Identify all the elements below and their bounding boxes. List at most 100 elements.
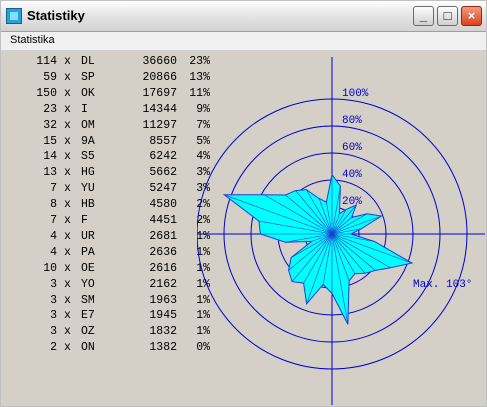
menu-bar: Statistika <box>1 32 486 51</box>
call-cell: UR <box>81 229 95 243</box>
times-cell: x <box>64 102 71 116</box>
stats-row: 32 x OM 11297 7% <box>1 118 210 135</box>
times-cell: x <box>64 261 71 275</box>
times-cell: x <box>64 166 71 180</box>
times-cell: x <box>64 245 71 259</box>
call-cell: YO <box>81 277 95 291</box>
minimize-icon: _ <box>419 8 428 23</box>
count-cell: 10 <box>43 261 57 275</box>
distance-cell: 1832 <box>149 325 177 339</box>
call-cell: I <box>81 102 88 116</box>
distance-cell: 4580 <box>149 198 177 212</box>
stats-row: 114 x DL 36660 23% <box>1 55 210 71</box>
count-cell: 2 <box>50 341 57 355</box>
count-cell: 14 <box>43 150 57 164</box>
count-cell: 7 <box>50 214 57 227</box>
stats-row: 8 x HB 4580 2% <box>1 198 210 214</box>
distance-cell: 36660 <box>142 55 177 68</box>
times-cell: x <box>64 341 71 355</box>
menu-statistika[interactable]: Statistika <box>10 34 55 46</box>
call-cell: S5 <box>81 150 95 164</box>
stats-row: 15 x 9A 8557 5% <box>1 134 210 151</box>
max-label: Max. 103° <box>413 279 472 291</box>
distance-cell: 6242 <box>149 150 177 164</box>
distance-cell: 5662 <box>149 166 177 180</box>
count-cell: 114 <box>36 55 57 68</box>
distance-cell: 14344 <box>142 102 177 116</box>
stats-row: 3 x E7 1945 1% <box>1 309 210 325</box>
ring-label: 60% <box>342 142 362 154</box>
distance-cell: 2616 <box>149 261 177 275</box>
times-cell: x <box>64 214 71 227</box>
count-cell: 15 <box>43 134 57 148</box>
stats-row: 150 x OK 17697 11% <box>1 86 210 103</box>
title-bar[interactable]: Statistiky _ □ × <box>1 1 486 32</box>
count-cell: 23 <box>43 102 57 116</box>
distance-cell: 4451 <box>149 214 177 227</box>
count-cell: 3 <box>50 309 57 323</box>
distance-cell: 2162 <box>149 277 177 291</box>
call-cell: SP <box>81 70 95 84</box>
times-cell: x <box>64 309 71 323</box>
call-cell: ON <box>81 341 95 355</box>
distance-cell: 1382 <box>149 341 177 355</box>
stats-row: 59 x SP 20866 13% <box>1 70 210 87</box>
times-cell: x <box>64 293 71 307</box>
call-cell: OM <box>81 118 95 132</box>
window-title: Statistiky <box>27 8 85 23</box>
call-cell: OK <box>81 86 95 100</box>
call-cell: HG <box>81 166 95 180</box>
stats-row: 14 x S5 6242 4% <box>1 150 210 166</box>
distance-cell: 2636 <box>149 245 177 259</box>
ring-label: 40% <box>342 169 362 181</box>
count-cell: 3 <box>50 277 57 291</box>
count-cell: 3 <box>50 293 57 307</box>
stats-row: 13 x HG 5662 3% <box>1 166 210 182</box>
times-cell: x <box>64 325 71 339</box>
radar-chart: 20% 40% 60% 80% 100% Max. 103° <box>197 57 485 405</box>
stats-row: 10 x OE 2616 1% <box>1 261 210 278</box>
call-cell: OZ <box>81 325 95 339</box>
count-cell: 7 <box>50 182 57 196</box>
stats-row: 4 x UR 2681 1% <box>1 229 210 246</box>
stats-row: 3 x OZ 1832 1% <box>1 325 210 341</box>
maximize-button[interactable]: □ <box>437 6 458 26</box>
times-cell: x <box>64 229 71 243</box>
call-cell: 9A <box>81 134 95 148</box>
times-cell: x <box>64 86 71 100</box>
times-cell: x <box>64 55 71 68</box>
call-cell: F <box>81 214 88 227</box>
count-cell: 4 <box>50 245 57 259</box>
distance-cell: 17697 <box>142 86 177 100</box>
distance-cell: 20866 <box>142 70 177 84</box>
times-cell: x <box>64 277 71 291</box>
minimize-button[interactable]: _ <box>413 6 434 26</box>
stats-row: 7 x F 4451 2% <box>1 214 210 230</box>
count-cell: 8 <box>50 198 57 212</box>
call-cell: SM <box>81 293 95 307</box>
count-cell: 3 <box>50 325 57 339</box>
stats-row: 7 x YU 5247 3% <box>1 182 210 198</box>
close-button[interactable]: × <box>461 6 482 26</box>
ring-label: 100% <box>342 88 369 100</box>
times-cell: x <box>64 150 71 164</box>
distance-cell: 2681 <box>149 229 177 243</box>
stats-row: 3 x YO 2162 1% <box>1 277 210 294</box>
distance-cell: 1963 <box>149 293 177 307</box>
count-cell: 4 <box>50 229 57 243</box>
stats-row: 2 x ON 1382 0% <box>1 341 210 357</box>
maximize-icon: □ <box>443 8 452 23</box>
count-cell: 13 <box>43 166 57 180</box>
times-cell: x <box>64 118 71 132</box>
stats-row: 3 x SM 1963 1% <box>1 293 210 310</box>
distance-cell: 11297 <box>142 118 177 132</box>
stats-row: 23 x I 14344 9% <box>1 102 210 119</box>
times-cell: x <box>64 198 71 212</box>
ring-label: 20% <box>342 196 362 208</box>
times-cell: x <box>64 134 71 148</box>
times-cell: x <box>64 70 71 84</box>
statistics-window: Statistiky _ □ × Statistika 114 x DL 36660 2… <box>0 0 487 407</box>
ring-label: 80% <box>342 115 362 127</box>
call-cell: OE <box>81 261 95 275</box>
count-cell: 150 <box>36 86 57 100</box>
